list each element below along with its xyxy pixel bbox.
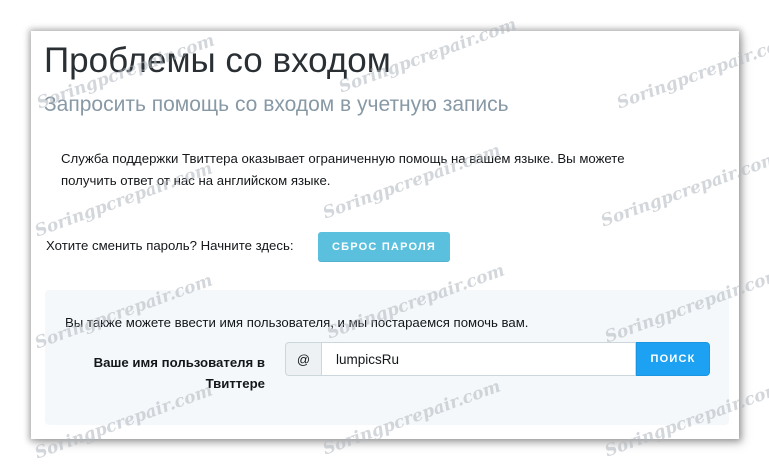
username-input-group: @ ПОИСК — [285, 342, 710, 376]
password-reset-button[interactable]: СБРОС ПАРОЛЯ — [318, 232, 450, 262]
username-search-panel: Вы также можете ввести имя пользователя,… — [45, 290, 729, 425]
at-symbol-addon: @ — [285, 342, 321, 376]
page-subtitle: Запросить помощь со входом в учетную зап… — [44, 93, 509, 116]
password-reset-prompt: Хотите сменить пароль? Начните здесь: — [46, 238, 294, 253]
username-panel-intro: Вы также можете ввести имя пользователя,… — [65, 315, 529, 330]
search-button[interactable]: ПОИСК — [636, 342, 710, 376]
login-help-window: Проблемы со входом Запросить помощь со в… — [31, 31, 739, 439]
support-notice: Служба поддержки Твиттера оказывает огра… — [61, 151, 625, 188]
username-field-label: Ваше имя пользователя в Твиттере — [93, 355, 265, 391]
username-input[interactable] — [321, 342, 636, 376]
page-title: Проблемы со входом — [44, 41, 391, 80]
